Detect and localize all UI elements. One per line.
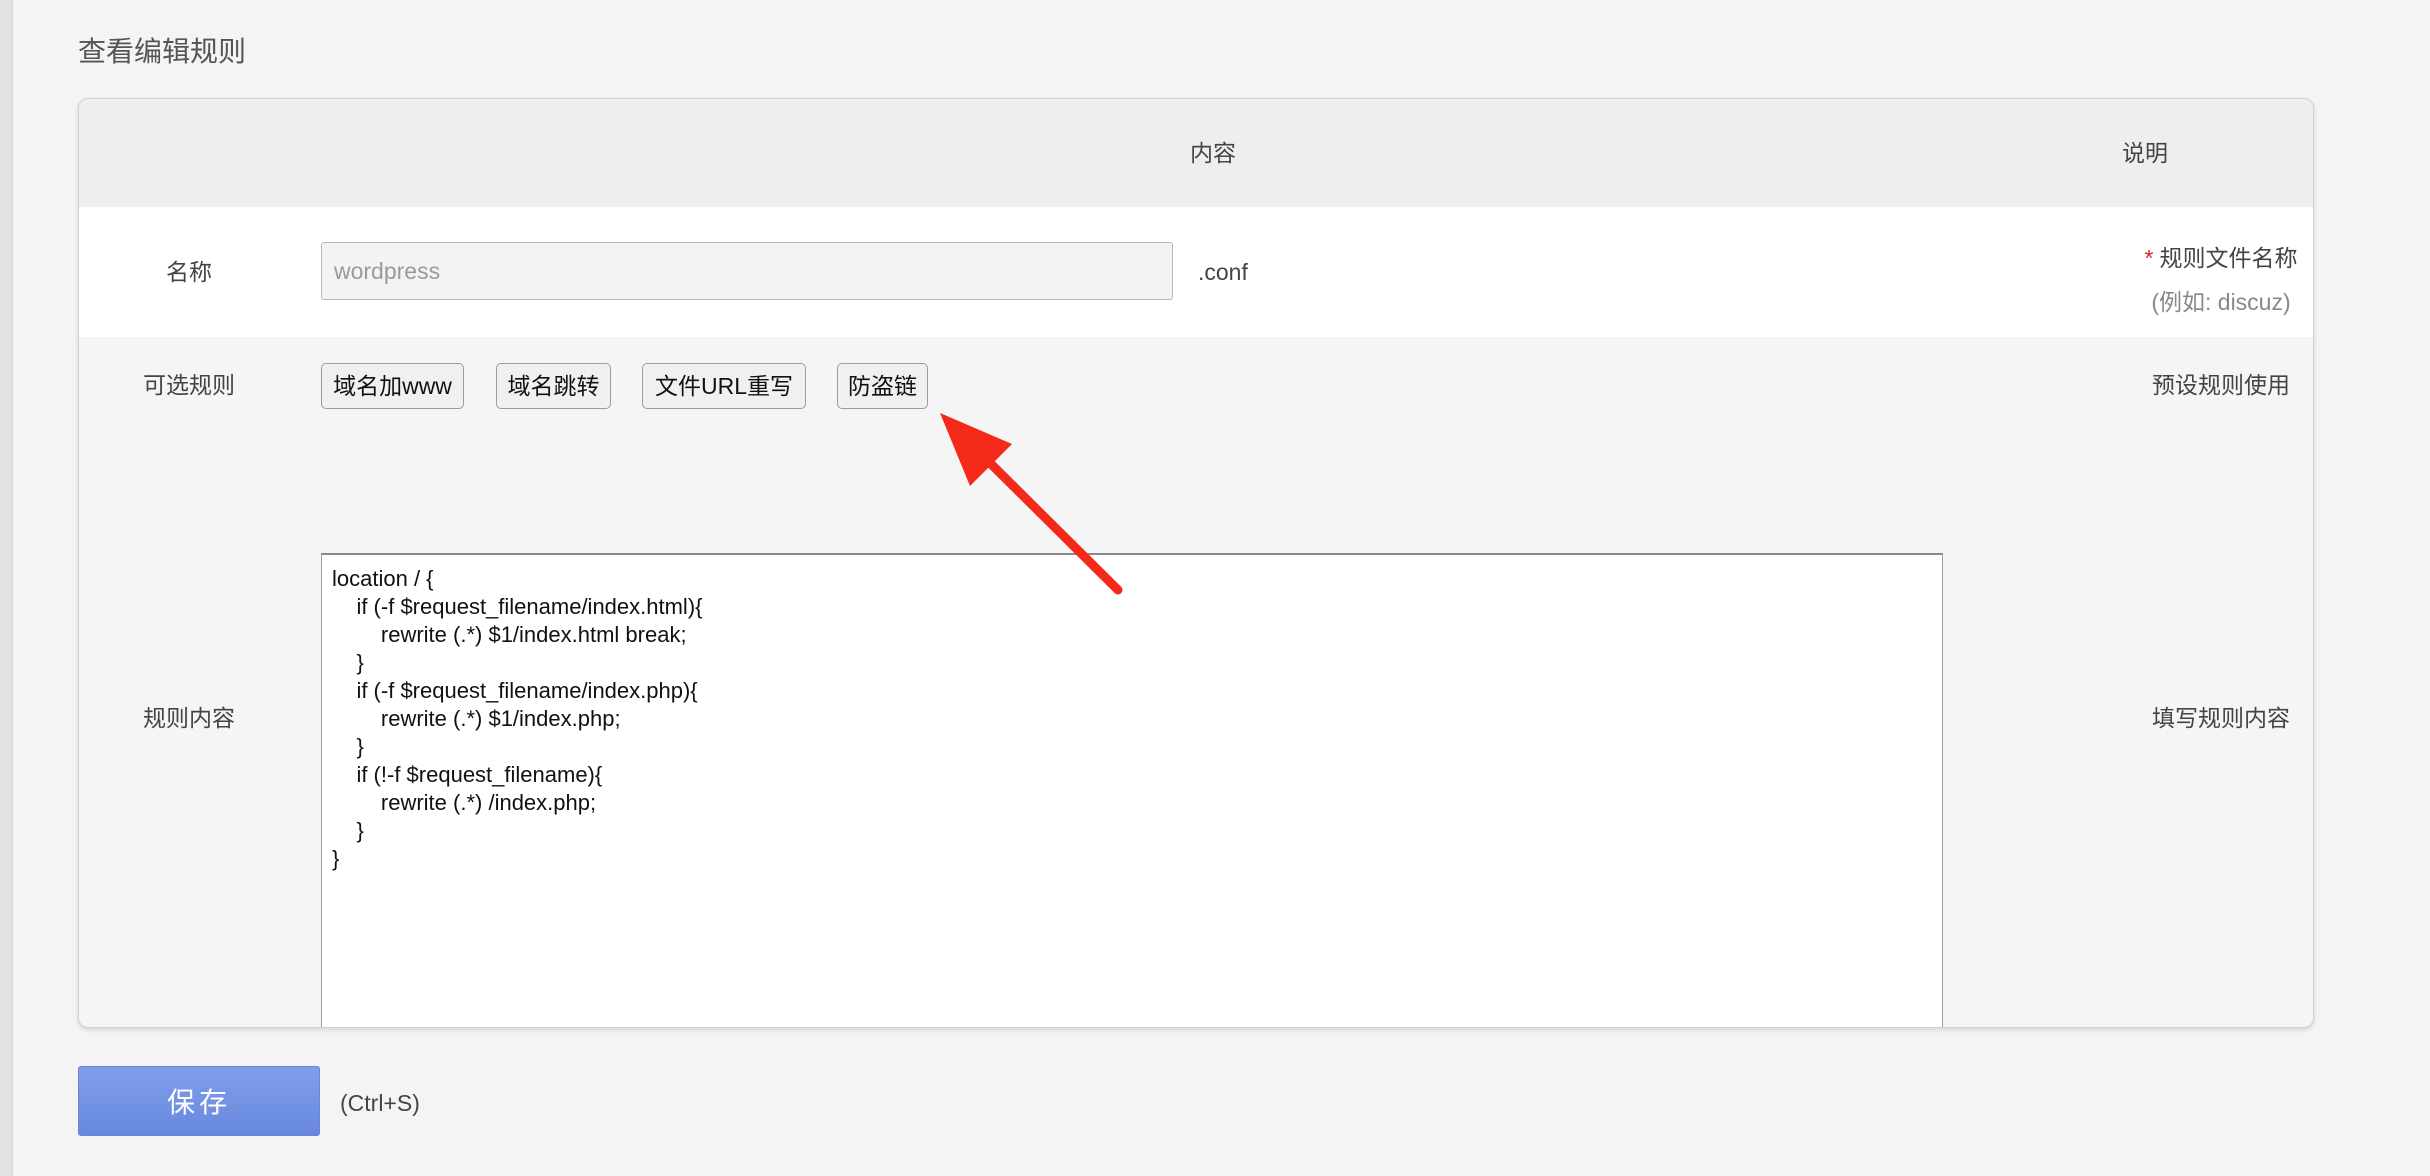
name-description: * 规则文件名称 — [2004, 239, 2313, 273]
left-sidebar-strip — [0, 0, 13, 1176]
optional-rules-description: 预设规则使用 — [2152, 372, 2290, 398]
page-title: 查看编辑规则 — [78, 36, 247, 67]
hotlink-protection-button[interactable]: 防盗链 — [837, 363, 928, 409]
conf-suffix: .conf — [1198, 259, 1248, 285]
add-www-button[interactable]: 域名加www — [321, 363, 464, 409]
save-shortcut-hint: (Ctrl+S) — [340, 1090, 420, 1116]
required-mark: * — [2144, 245, 2154, 271]
domain-redirect-button[interactable]: 域名跳转 — [496, 363, 611, 409]
table-header: 内容 说明 — [79, 99, 2313, 207]
rule-edit-panel: 内容 说明 名称 .conf *规则文件名称 (例如: discuz) 可选规则… — [78, 98, 2314, 1028]
header-content: 内容 — [1190, 140, 1236, 166]
file-url-rewrite-button[interactable]: 文件URL重写 — [642, 363, 806, 409]
rule-content-description: 填写规则内容 — [2152, 705, 2290, 731]
save-button[interactable]: 保存 — [78, 1066, 320, 1136]
header-description: 说明 — [2122, 140, 2168, 166]
optional-rules-label: 可选规则 — [143, 372, 235, 398]
name-row: 名称 .conf *规则文件名称 (例如: discuz) — [79, 207, 2313, 337]
rule-content-textarea[interactable]: location / { if (-f $request_filename/in… — [321, 553, 1943, 1027]
name-description-text: 规则文件名称 — [2159, 245, 2298, 271]
name-example: (例如: discuz) — [2151, 289, 2291, 315]
rule-content-row: 规则内容 location / { if (-f $request_filena… — [79, 433, 2313, 1027]
name-input[interactable] — [321, 242, 1173, 300]
rule-content-label: 规则内容 — [143, 705, 235, 731]
name-label: 名称 — [166, 259, 212, 285]
optional-rules-row: 可选规则 域名加www 域名跳转 文件URL重写 防盗链 预设规则使用 — [79, 337, 2313, 433]
